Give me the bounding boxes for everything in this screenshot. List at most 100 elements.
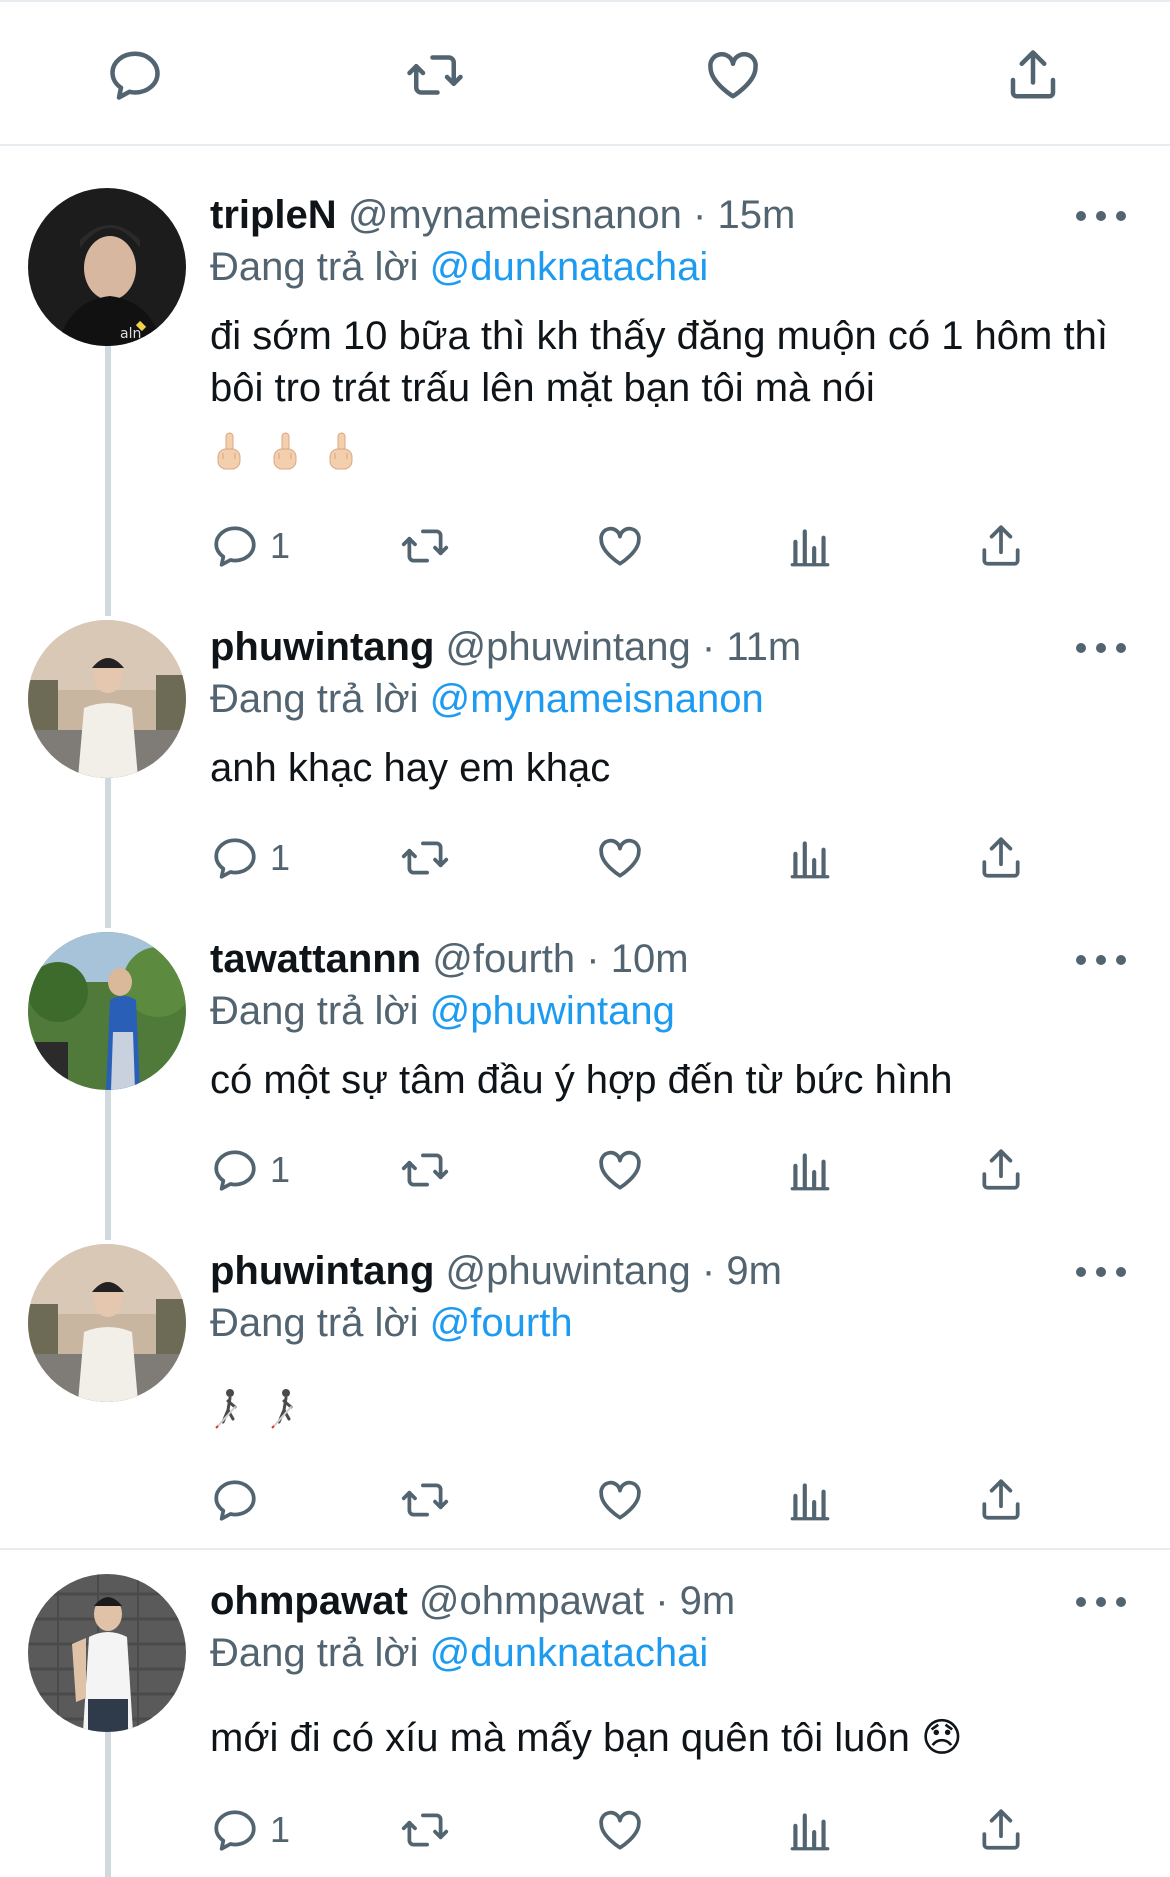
share-button[interactable] <box>976 1470 1026 1530</box>
retweet-button[interactable] <box>400 1470 450 1530</box>
separator-dot: · <box>586 937 600 981</box>
retweet-arrows-icon <box>400 1475 450 1525</box>
tweet-header: tawattannn @fourth · 10m <box>210 934 1050 984</box>
share-button[interactable] <box>976 1140 1026 1200</box>
more-options-button[interactable] <box>1076 1262 1126 1282</box>
replying-to-label: Đang trả lời <box>210 1631 419 1675</box>
retweet-arrows-icon <box>400 833 450 883</box>
retweet-button[interactable] <box>400 828 450 888</box>
reply-button[interactable]: 1 <box>210 516 290 576</box>
like-button[interactable] <box>595 828 645 888</box>
share-upload-icon <box>976 833 1026 883</box>
analytics-button[interactable] <box>785 1800 835 1860</box>
retweet-button[interactable] <box>400 516 450 576</box>
analytics-button[interactable] <box>785 828 835 888</box>
heart-icon <box>595 1805 645 1855</box>
tweet-header: phuwintang @phuwintang · 11m <box>210 622 1050 672</box>
mention-link[interactable]: @dunknatachai <box>430 245 709 289</box>
reply-button[interactable]: 1 <box>210 1140 290 1200</box>
mention-link[interactable]: @mynameisnanon <box>430 677 764 721</box>
retweet-arrows-icon <box>400 1145 450 1195</box>
middle-finger-emoji <box>322 431 360 475</box>
retweet-arrows-icon <box>405 45 465 105</box>
thread-divider <box>0 1548 1170 1550</box>
person-with-cane-emoji <box>210 1386 248 1430</box>
display-name[interactable]: phuwintang <box>210 1249 434 1293</box>
like-button[interactable] <box>595 516 645 576</box>
username[interactable]: @phuwintang <box>446 625 691 669</box>
like-button[interactable] <box>595 1470 645 1530</box>
username[interactable]: @mynameisnanon <box>348 193 682 237</box>
heart-icon <box>595 833 645 883</box>
analytics-button[interactable] <box>785 1470 835 1530</box>
share-upload-icon <box>976 1145 1026 1195</box>
timestamp[interactable]: 9m <box>680 1579 736 1623</box>
avatar[interactable]: aln <box>28 188 186 346</box>
more-dots-icon <box>1076 211 1086 221</box>
retweet-arrows-icon <box>400 521 450 571</box>
more-options-button[interactable] <box>1076 638 1126 658</box>
tweet-text: mới đi có xíu mà mấy bạn quên tôi luôn 😞 <box>210 1716 963 1760</box>
share-button[interactable] <box>976 1800 1026 1860</box>
replying-to: Đang trả lời @phuwintang <box>210 986 675 1036</box>
like-button[interactable] <box>700 42 766 108</box>
more-options-button[interactable] <box>1076 1592 1126 1612</box>
avatar[interactable] <box>28 932 186 1090</box>
retweet-button[interactable] <box>400 1140 450 1200</box>
tweet-text: đi sớm 10 bữa thì kh thấy đăng muộn có 1… <box>210 314 1108 410</box>
like-button[interactable] <box>595 1140 645 1200</box>
replying-to-label: Đang trả lời <box>210 677 419 721</box>
bar-chart-icon <box>785 1805 835 1855</box>
more-options-button[interactable] <box>1076 206 1126 226</box>
timestamp[interactable]: 15m <box>718 193 796 237</box>
reply-button[interactable] <box>102 42 168 108</box>
username[interactable]: @fourth <box>432 937 575 981</box>
thread-connector <box>105 1730 111 1877</box>
heart-icon <box>703 45 763 105</box>
username[interactable]: @phuwintang <box>446 1249 691 1293</box>
retweet-arrows-icon <box>400 1805 450 1855</box>
share-upload-icon <box>976 1475 1026 1525</box>
display-name[interactable]: tripleN <box>210 193 337 237</box>
timestamp[interactable]: 10m <box>611 937 689 981</box>
analytics-button[interactable] <box>785 516 835 576</box>
display-name[interactable]: tawattannn <box>210 937 421 981</box>
like-button[interactable] <box>595 1800 645 1860</box>
reply-count: 1 <box>270 1809 291 1850</box>
share-button[interactable] <box>976 828 1026 888</box>
avatar[interactable] <box>28 1574 186 1732</box>
display-name[interactable]: phuwintang <box>210 625 434 669</box>
avatar[interactable] <box>28 1244 186 1402</box>
more-dots-icon <box>1076 1267 1086 1277</box>
comment-bubble-icon <box>210 833 260 883</box>
avatar[interactable] <box>28 620 186 778</box>
timestamp[interactable]: 11m <box>726 625 801 669</box>
reply-button[interactable]: 1 <box>210 828 290 888</box>
more-dots-icon <box>1076 955 1086 965</box>
more-options-button[interactable] <box>1076 950 1126 970</box>
tweet-actions: 1 <box>210 1140 1050 1200</box>
reply-button[interactable]: 1 <box>210 1800 290 1860</box>
share-button[interactable] <box>976 516 1026 576</box>
retweet-button[interactable] <box>402 42 468 108</box>
reply-count: 1 <box>270 1149 291 1190</box>
tweet-header: tripleN @mynameisnanon · 15m <box>210 190 1050 240</box>
mention-link[interactable]: @phuwintang <box>430 989 675 1033</box>
thread-connector <box>105 346 111 616</box>
comment-bubble-icon <box>210 1475 260 1525</box>
analytics-button[interactable] <box>785 1140 835 1200</box>
display-name[interactable]: ohmpawat <box>210 1579 408 1623</box>
tweet-header: ohmpawat @ohmpawat · 9m <box>210 1576 1050 1626</box>
timestamp[interactable]: 9m <box>726 1249 782 1293</box>
retweet-button[interactable] <box>400 1800 450 1860</box>
comment-bubble-icon <box>105 45 165 105</box>
reply-button[interactable] <box>210 1470 270 1530</box>
mention-link[interactable]: @dunknatachai <box>430 1631 709 1675</box>
share-button[interactable] <box>1000 42 1066 108</box>
mention-link[interactable]: @fourth <box>430 1301 573 1345</box>
username[interactable]: @ohmpawat <box>419 1579 644 1623</box>
more-dots-icon <box>1076 1597 1086 1607</box>
share-upload-icon <box>976 521 1026 571</box>
svg-text:aln: aln <box>120 326 141 342</box>
tweet-actions: 1 <box>210 1800 1050 1860</box>
